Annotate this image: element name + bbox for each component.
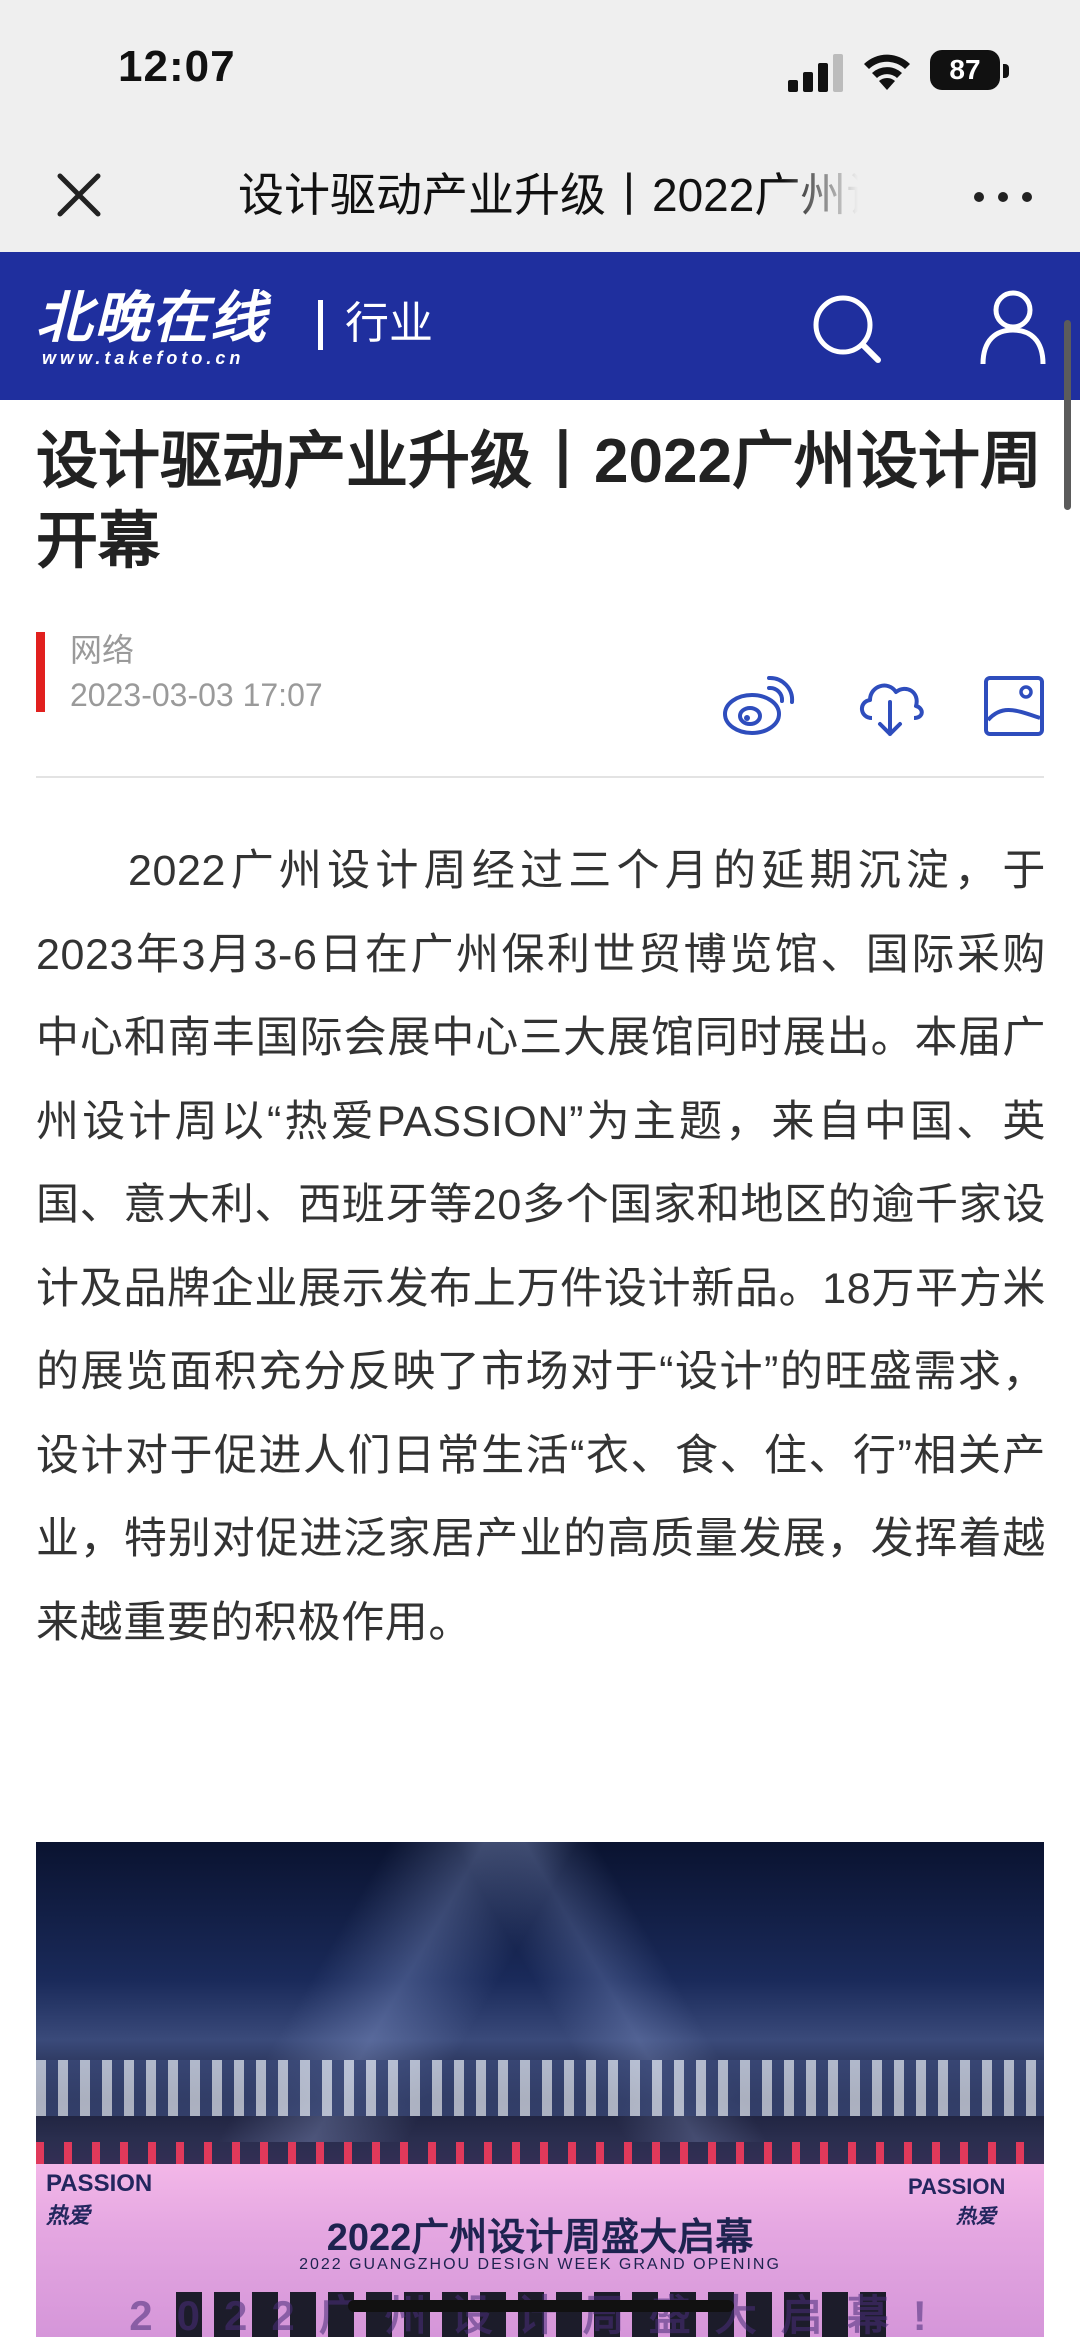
article-source: 网络 [70,632,135,668]
status-time: 12:07 [118,42,236,91]
battery-level: 87 [930,50,1000,90]
battery-indicator: 87 [930,50,1010,92]
banner-subtitle: 2022 GUANGZHOU DESIGN WEEK GRAND OPENING [299,2256,781,2273]
wifi-icon [864,54,910,90]
more-dots-icon[interactable] [968,178,1038,214]
banner-left-brand: PASSION [46,2170,153,2197]
close-icon[interactable] [48,164,110,226]
cloud-download-icon[interactable] [854,672,926,738]
section-label[interactable]: 行业 [345,294,433,354]
status-bar: 12:07 87 [0,0,1080,140]
weibo-icon[interactable] [722,672,796,738]
webview-title: 设计驱动产业升级丨2022广州设计周开幕 [238,169,858,221]
meta-accent-bar [36,632,45,712]
logo-text: 北晚在线 [36,286,268,349]
site-logo[interactable]: 北晚在线 www.takefoto.cn [36,288,298,372]
battery-tip [1003,64,1009,78]
home-indicator[interactable] [348,2300,734,2312]
image-icon[interactable] [982,674,1046,738]
stage-truss-lights [36,2060,1044,2116]
banner-title: 2022广州设计周盛大启幕 [326,2217,754,2259]
search-icon[interactable] [810,292,884,366]
article-title: 设计驱动产业升级丨2022广州设计周开幕 [36,427,1042,576]
banner-right-brand: PASSION [908,2174,1006,2199]
cellular-signal-icon [788,54,843,92]
webview-title-bar: 设计驱动产业升级丨2022广州设计周开幕 [0,140,1080,252]
article-photo[interactable]: PASSION 热爱 PASSION 热爱 2022广州设计周盛大启幕 2022… [36,1842,1044,2337]
article-date: 2023-03-03 17:07 [70,677,323,713]
scrollbar[interactable] [1064,320,1071,510]
user-icon[interactable] [978,288,1048,366]
logo-url: www.takefoto.cn [42,348,245,368]
article-body: 2022广州设计周经过三个月的延期沉淀，于2023年3月3-6日在广州保利世贸博… [36,847,1046,1647]
meta-divider [36,776,1044,778]
site-header: 北晚在线 www.takefoto.cn 行业 [0,252,1080,400]
header-divider [318,300,323,350]
